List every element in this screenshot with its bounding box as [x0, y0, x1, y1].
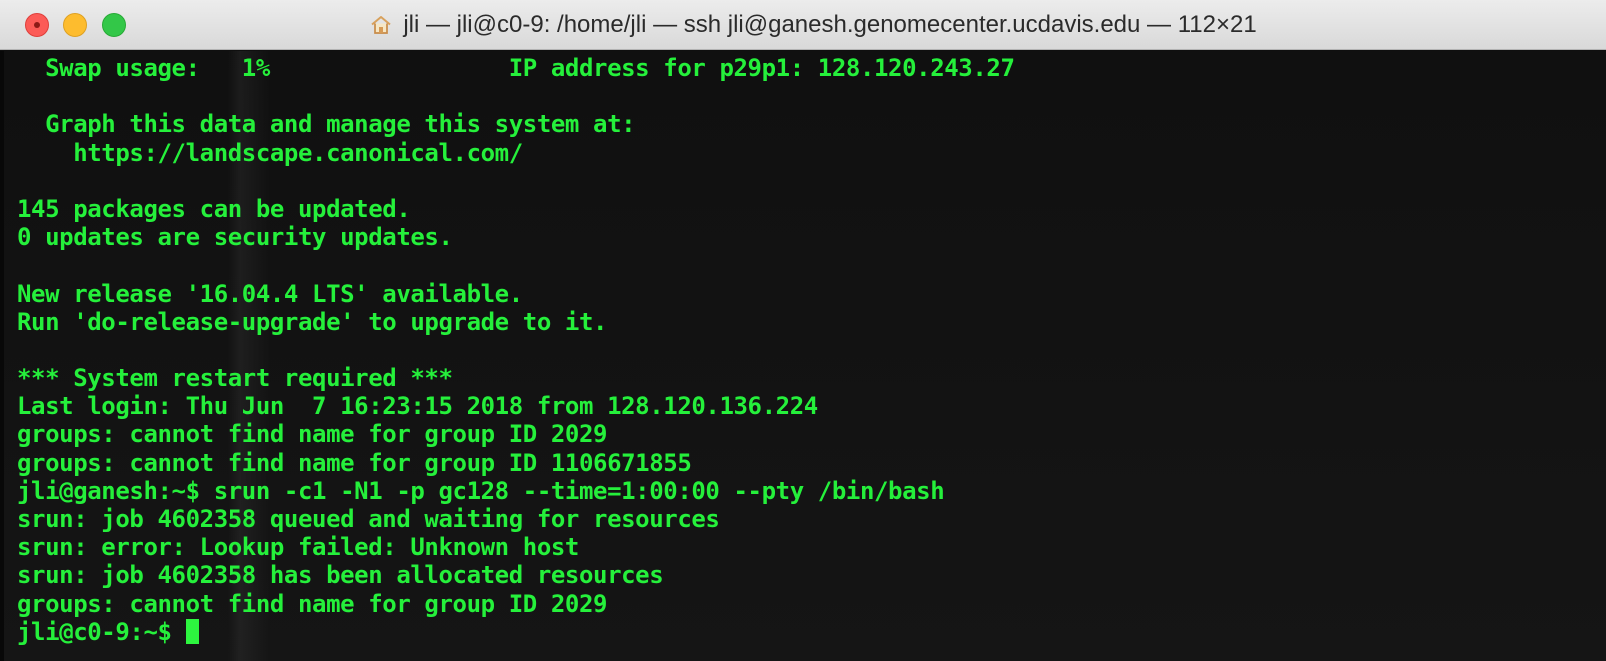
terminal-line-groups-1106671855: groups: cannot find name for group ID 11… [17, 448, 692, 477]
home-icon [371, 16, 391, 34]
terminal-line-groups-2029: groups: cannot find name for group ID 20… [17, 420, 608, 449]
terminal-line-packages: 145 packages can be updated. [17, 194, 411, 223]
terminal-line-upgrade-command: Run 'do-release-upgrade' to upgrade to i… [17, 307, 608, 336]
window-title-wrap: jli — jli@c0-9: /home/jli — ssh jli@gane… [0, 0, 1606, 50]
window-title: jli — jli@c0-9: /home/jli — ssh jli@gane… [403, 11, 1257, 38]
terminal-line-lookup-error: srun: error: Lookup failed: Unknown host [17, 533, 579, 562]
terminal-cursor [185, 618, 199, 644]
terminal-line-restart-required: *** System restart required *** [17, 364, 453, 393]
terminal-line-job-allocated: srun: job 4602358 has been allocated res… [17, 561, 664, 590]
terminal-prompt: jli@c0-9:~$ [17, 617, 186, 646]
terminal-line-last-login: Last login: Thu Jun 7 16:23:15 2018 from… [17, 392, 818, 421]
terminal-line-new-release: New release '16.04.4 LTS' available. [17, 279, 523, 308]
terminal-line-blank-4 [17, 336, 1587, 364]
terminal-line-srun-command: jli@ganesh:~$ srun -c1 -N1 -p gc128 --ti… [17, 476, 945, 505]
terminal-line-blank-2 [17, 167, 1587, 195]
terminal-content: Swap usage: 1% IP address for p29p1: 128… [17, 54, 1587, 646]
terminal-line-blank-1 [17, 82, 1587, 110]
window-title-bar[interactable]: jli — jli@c0-9: /home/jli — ssh jli@gane… [0, 0, 1606, 50]
terminal-prompt-line[interactable]: jli@c0-9:~$ [17, 618, 1587, 646]
terminal-output[interactable]: Swap usage: 1% IP address for p29p1: 128… [0, 51, 1606, 661]
terminal-left-edge [0, 51, 4, 661]
terminal-line-landscape-url: https://landscape.canonical.com/ [17, 138, 523, 167]
terminal-line-security-updates: 0 updates are security updates. [17, 223, 453, 252]
terminal-window: jli — jli@c0-9: /home/jli — ssh jli@gane… [0, 0, 1606, 661]
terminal-line-groups-2029-repeat: groups: cannot find name for group ID 20… [17, 589, 608, 618]
terminal-line-graph-data: Graph this data and manage this system a… [17, 110, 636, 139]
terminal-line-blank-3 [17, 251, 1587, 279]
terminal-line-swap-ip: Swap usage: 1% IP address for p29p1: 128… [17, 54, 1015, 82]
terminal-line-job-queued: srun: job 4602358 queued and waiting for… [17, 505, 720, 533]
